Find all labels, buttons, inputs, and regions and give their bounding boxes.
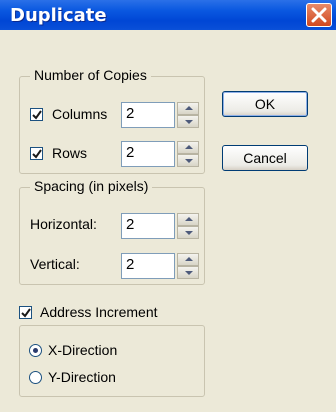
vertical-increment-button[interactable] <box>177 253 199 266</box>
rows-stepper[interactable]: 2 <box>121 141 201 167</box>
horizontal-spin-buttons <box>177 213 199 239</box>
columns-increment-button[interactable] <box>177 102 199 115</box>
rows-spin-buttons <box>177 141 199 167</box>
title-bar[interactable]: Duplicate <box>0 0 336 30</box>
rows-input[interactable]: 2 <box>121 141 175 167</box>
y-direction-radio[interactable] <box>29 371 42 384</box>
number-of-copies-label: Number of Copies <box>30 67 151 83</box>
address-increment-label: Address Increment <box>40 304 158 320</box>
vertical-input[interactable]: 2 <box>121 253 175 279</box>
x-direction-radio[interactable] <box>29 344 42 357</box>
horizontal-decrement-button[interactable] <box>177 226 199 239</box>
columns-stepper[interactable]: 2 <box>121 102 201 128</box>
direction-group <box>19 325 205 397</box>
vertical-decrement-button[interactable] <box>177 266 199 279</box>
horizontal-input[interactable]: 2 <box>121 213 175 239</box>
columns-checkbox[interactable] <box>30 108 43 121</box>
vertical-spin-buttons <box>177 253 199 279</box>
vertical-stepper[interactable]: 2 <box>121 253 201 279</box>
columns-decrement-button[interactable] <box>177 115 199 128</box>
y-direction-label: Y-Direction <box>48 369 116 385</box>
vertical-label: Vertical: <box>30 256 80 272</box>
rows-decrement-button[interactable] <box>177 154 199 167</box>
close-icon <box>311 7 327 23</box>
close-button[interactable] <box>306 3 332 27</box>
rows-increment-button[interactable] <box>177 141 199 154</box>
x-direction-label: X-Direction <box>48 342 118 358</box>
window-title: Duplicate <box>10 5 107 26</box>
columns-spin-buttons <box>177 102 199 128</box>
rows-checkbox[interactable] <box>30 147 43 160</box>
address-increment-checkbox[interactable] <box>19 306 32 319</box>
rows-label: Rows <box>52 145 88 161</box>
spacing-label: Spacing (in pixels) <box>30 178 153 194</box>
checkmark-icon <box>21 308 31 318</box>
checkmark-icon <box>32 149 42 159</box>
horizontal-increment-button[interactable] <box>177 213 199 226</box>
horizontal-label: Horizontal: <box>30 216 97 232</box>
cancel-button[interactable]: Cancel <box>222 145 308 171</box>
columns-label: Columns <box>52 106 108 122</box>
checkmark-icon <box>32 110 42 120</box>
horizontal-stepper[interactable]: 2 <box>121 213 201 239</box>
columns-input[interactable]: 2 <box>121 102 175 128</box>
duplicate-dialog: Duplicate Number of Copies Columns 2 Row… <box>0 0 336 412</box>
ok-button[interactable]: OK <box>222 91 308 117</box>
